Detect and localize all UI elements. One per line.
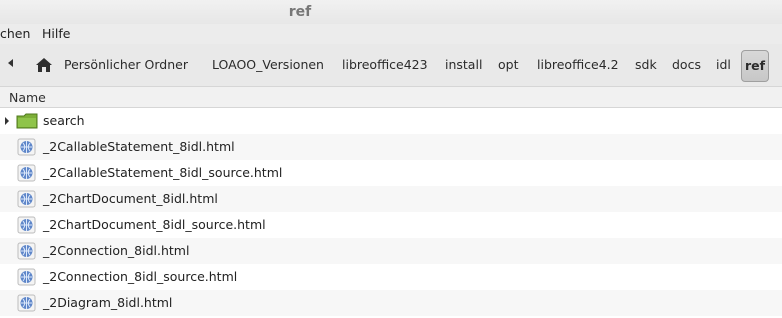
expander-arrow-icon[interactable] [5, 117, 9, 125]
breadcrumb-ref-active[interactable]: ref [741, 50, 769, 82]
file-name: _2ChartDocument_8idl_source.html [43, 217, 266, 232]
window-title: ref [288, 4, 312, 20]
web-page-icon [16, 268, 38, 286]
list-item-file[interactable]: _2CallableStatement_8idl_source.html [0, 160, 782, 186]
web-page-icon [16, 190, 38, 208]
folder-icon [16, 112, 38, 130]
breadcrumb-libreoffice42[interactable]: libreoffice4.2 [537, 56, 619, 74]
location-toolbar: Persönlicher Ordner LOAOO_Versionen libr… [0, 44, 782, 86]
menu-bar: chen Hilfe [0, 24, 782, 44]
list-item-file[interactable]: _2ChartDocument_8idl_source.html [0, 212, 782, 238]
breadcrumb-libreoffice423[interactable]: libreoffice423 [342, 56, 428, 74]
list-item-file[interactable]: _2ChartDocument_8idl.html [0, 186, 782, 212]
menu-item-view[interactable]: chen [0, 26, 30, 42]
file-name: _2Diagram_8idl.html [43, 295, 173, 310]
file-list: search _2CallableStatement_8idl.html _2C… [0, 108, 782, 318]
name-column-header[interactable]: Name [0, 86, 782, 108]
list-item-file[interactable]: _2CallableStatement_8idl.html [0, 134, 782, 160]
breadcrumb-install[interactable]: install [445, 56, 482, 74]
web-page-icon [16, 216, 38, 234]
web-page-icon [16, 294, 38, 312]
name-column-header-label: Name [9, 90, 46, 105]
file-name: _2CallableStatement_8idl.html [43, 139, 235, 154]
file-name: _2ChartDocument_8idl.html [43, 191, 218, 206]
title-bar: ref [0, 0, 782, 24]
file-name: _2Connection_8idl.html [43, 243, 190, 258]
list-item-folder[interactable]: search [0, 108, 782, 134]
breadcrumb-idl[interactable]: idl [716, 56, 731, 74]
breadcrumb-docs[interactable]: docs [672, 56, 701, 74]
list-item-file[interactable]: _2Diagram_8idl.html [0, 290, 782, 316]
web-page-icon [16, 242, 38, 260]
file-name: _2CallableStatement_8idl_source.html [43, 165, 283, 180]
breadcrumb-loaoo-versionen[interactable]: LOAOO_Versionen [212, 56, 324, 74]
web-page-icon [16, 138, 38, 156]
list-item-file[interactable]: _2Connection_8idl.html [0, 238, 782, 264]
home-icon[interactable] [34, 56, 54, 74]
menu-item-help[interactable]: Hilfe [42, 26, 70, 42]
breadcrumb-sdk[interactable]: sdk [635, 56, 657, 74]
file-name: search [43, 113, 85, 128]
list-item-file[interactable]: _2Connection_8idl_source.html [0, 264, 782, 290]
scroll-left-icon[interactable] [8, 59, 13, 67]
file-name: _2Connection_8idl_source.html [43, 269, 238, 284]
breadcrumb-opt[interactable]: opt [498, 56, 518, 74]
breadcrumb-home[interactable]: Persönlicher Ordner [64, 56, 188, 74]
file-manager-window: ref chen Hilfe Persönlicher Ordner LOAOO… [0, 0, 782, 318]
web-page-icon [16, 164, 38, 182]
